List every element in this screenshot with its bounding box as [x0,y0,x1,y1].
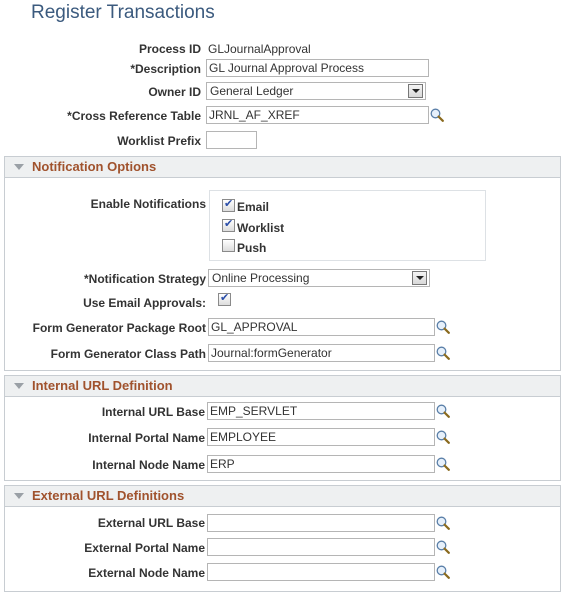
class-path-label: Form Generator Class Path [50,347,206,361]
owner-id-select[interactable]: General Ledger [206,82,426,100]
internal-node-input[interactable]: ERP [207,455,435,473]
external-url-header[interactable]: External URL Definitions [5,486,560,507]
push-checkbox[interactable] [222,239,235,252]
internal-url-title: Internal URL Definition [32,378,173,393]
worklist-prefix-label: Worklist Prefix [117,134,201,148]
lookup-icon[interactable] [436,320,450,334]
pkg-root-label: Form Generator Package Root [32,321,206,335]
lookup-icon[interactable] [430,108,444,122]
owner-id-value: General Ledger [210,84,294,98]
lookup-icon[interactable] [436,540,450,554]
process-id-label: Process ID [138,42,201,56]
description-input[interactable]: GL Journal Approval Process [206,59,429,77]
page-title: Register Transactions [31,2,215,23]
internal-portal-input[interactable]: EMPLOYEE [207,428,435,446]
notification-strategy-value: Online Processing [212,271,310,285]
enable-notifications-label: Enable Notifications [90,197,206,211]
external-portal-input[interactable] [207,538,435,556]
lookup-icon[interactable] [436,457,450,471]
internal-node-label: Internal Node Name [92,458,205,472]
xref-table-input[interactable]: JRNL_AF_XREF [206,106,429,124]
email-checkbox-label: Email [237,200,270,214]
notification-strategy-label: *Notification Strategy [83,272,206,286]
lookup-icon[interactable] [436,516,450,530]
class-path-input[interactable]: Journal:formGenerator [208,344,435,362]
collapse-triangle-icon[interactable] [14,493,24,499]
external-url-title: External URL Definitions [32,488,185,503]
description-label: *Description [130,62,201,76]
owner-id-label: Owner ID [148,85,201,99]
internal-url-header[interactable]: Internal URL Definition [5,376,560,397]
internal-portal-label: Internal Portal Name [88,431,205,445]
external-node-label: External Node Name [88,566,205,580]
lookup-icon[interactable] [436,404,450,418]
external-url-base-input[interactable] [207,514,435,532]
process-id-value: GLJournalApproval [208,42,311,56]
dropdown-arrow-icon[interactable] [412,271,427,285]
notification-options-title: Notification Options [32,159,157,174]
notification-options-section: Notification Options [4,156,561,371]
worklist-checkbox[interactable] [222,217,235,232]
use-email-approvals-checkbox[interactable] [218,291,231,306]
worklist-prefix-input[interactable] [206,131,257,149]
external-url-base-label: External URL Base [97,516,205,530]
dropdown-arrow-icon[interactable] [408,84,423,98]
use-email-approvals-label: Use Email Approvals: [83,296,206,310]
internal-url-base-label: Internal URL Base [101,405,205,419]
worklist-checkbox-label: Worklist [237,221,285,235]
internal-url-base-input[interactable]: EMP_SERVLET [207,402,435,420]
lookup-icon[interactable] [436,346,450,360]
xref-table-label: *Cross Reference Table [67,109,201,123]
external-portal-label: External Portal Name [84,541,205,555]
collapse-triangle-icon[interactable] [14,383,24,389]
external-node-input[interactable] [207,563,435,581]
lookup-icon[interactable] [436,565,450,579]
notification-options-header[interactable]: Notification Options [5,157,560,178]
collapse-triangle-icon[interactable] [14,164,24,170]
lookup-icon[interactable] [436,430,450,444]
pkg-root-input[interactable]: GL_APPROVAL [208,318,435,336]
push-checkbox-label: Push [237,241,267,255]
notification-strategy-select[interactable]: Online Processing [208,269,430,287]
email-checkbox[interactable] [222,197,235,212]
